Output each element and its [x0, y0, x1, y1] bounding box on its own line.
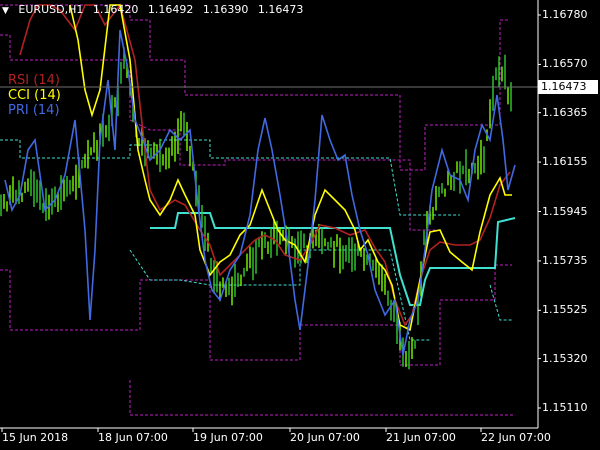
x-tick-label: 15 Jun 2018 — [2, 431, 69, 444]
last-price-tag: 1.16473 — [538, 80, 598, 94]
legend-pri: PRI (14) — [8, 103, 60, 118]
legend-cci: CCI (14) — [8, 88, 61, 103]
x-tick-label: 19 Jun 07:00 — [193, 431, 263, 444]
ohlc-high: 1.16492 — [147, 3, 194, 16]
y-tick-label: 1.16155 — [542, 155, 588, 169]
price-chart — [0, 0, 600, 450]
dropdown-arrow-icon[interactable]: ▼ — [2, 6, 9, 16]
legend-rsi: RSI (14) — [8, 73, 60, 88]
symbol-label: EURUSD,H1 — [18, 3, 84, 16]
x-tick-label: 22 Jun 07:00 — [481, 431, 551, 444]
y-tick-label: 1.16365 — [542, 105, 588, 119]
x-tick-label: 18 Jun 07:00 — [98, 431, 168, 444]
symbol-header: ▼ EURUSD,H1 1.16420 1.16492 1.16390 1.16… — [2, 3, 309, 16]
y-tick-label: 1.15735 — [542, 253, 588, 267]
y-tick-label: 1.15110 — [542, 401, 588, 414]
y-tick-label: 1.15525 — [542, 303, 588, 317]
ohlc-close: 1.16473 — [257, 3, 304, 16]
y-tick-label: 1.16570 — [542, 57, 588, 71]
ohlc-open: 1.16420 — [92, 3, 139, 16]
ohlc-low: 1.16390 — [202, 3, 249, 16]
y-tick-label: 1.15945 — [542, 204, 588, 218]
x-tick-label: 21 Jun 07:00 — [386, 431, 456, 444]
x-tick-label: 20 Jun 07:00 — [290, 431, 360, 444]
y-tick-label: 1.15320 — [542, 351, 588, 365]
y-tick-label: 1.16780 — [542, 8, 588, 21]
